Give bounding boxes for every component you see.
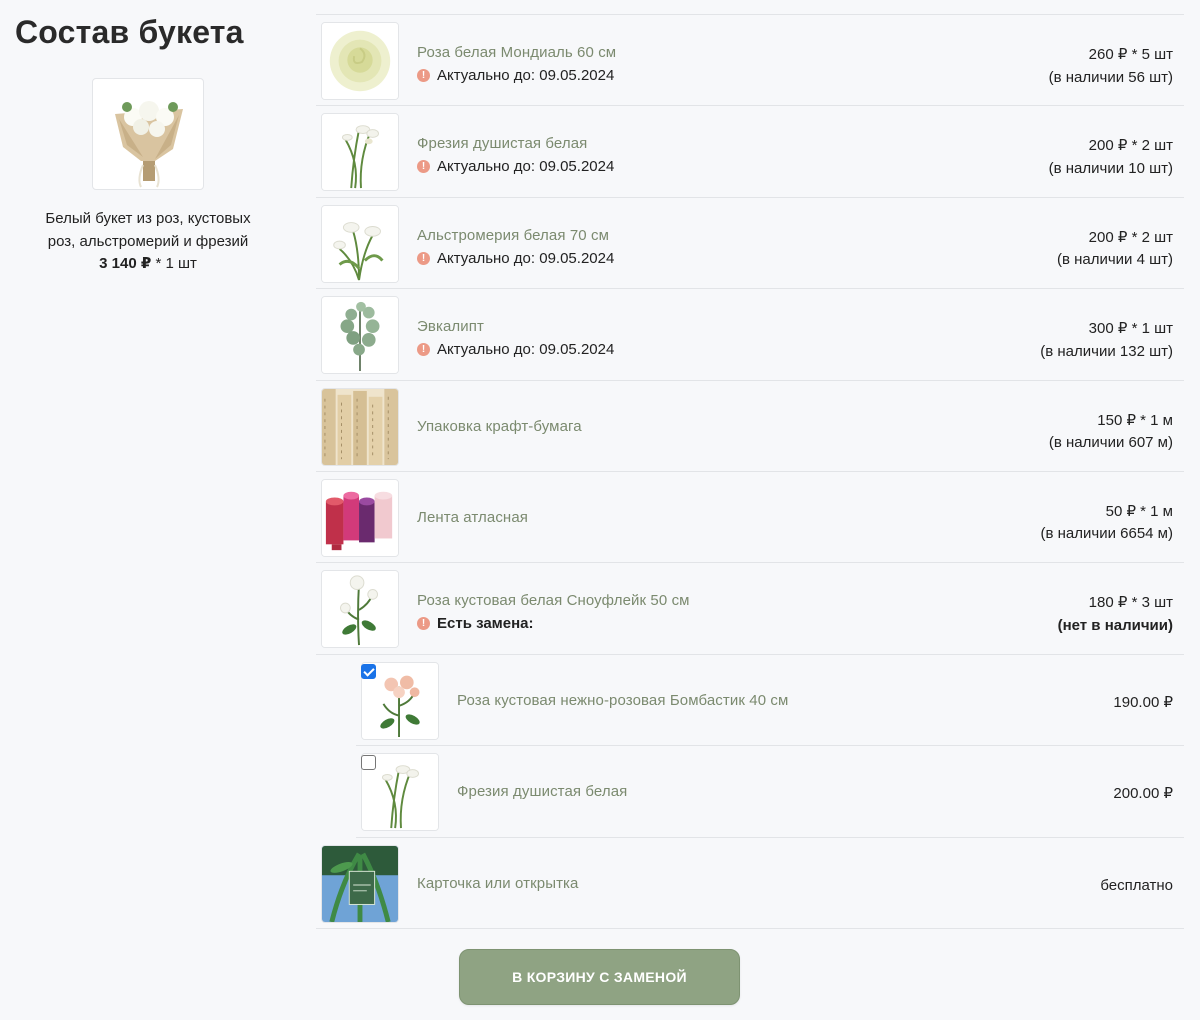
item-stock: (в наличии 132 шт) xyxy=(1040,342,1173,360)
item-name[interactable]: Упаковка крафт-бумага xyxy=(417,418,582,435)
item-stock: (в наличии 4 шт) xyxy=(1056,251,1173,269)
list-item: Роза кустовая белая Сноуфлейк 50 см ! Ест… xyxy=(316,563,1184,655)
item-price-value: 150 ₽ * 1 м xyxy=(1097,411,1173,429)
item-price: 260 ₽ * 5 шт (в наличии 56 шт) xyxy=(1049,44,1173,89)
list-item: Упаковка крафт-бумага 150 ₽ * 1 м (в нал… xyxy=(316,381,1184,472)
satin-ribbon-image[interactable] xyxy=(321,478,399,557)
add-to-cart-button[interactable]: В КОРЗИНУ С ЗАМЕНОЙ xyxy=(459,949,740,1005)
list-item: Альстромерия белая 70 см ! Актуально до: … xyxy=(316,198,1184,290)
bouquet-price: 3 140 ₽ xyxy=(99,255,152,272)
replacement-checkbox[interactable] xyxy=(361,755,376,771)
item-price-value: 300 ₽ * 1 шт xyxy=(1088,320,1173,338)
item-price: 150 ₽ * 1 м (в наличии 607 м) xyxy=(1049,410,1173,455)
item-price: бесплатно xyxy=(1100,876,1173,894)
replacement-item: Роза кустовая нежно-розовая Бомбастик 40… xyxy=(356,655,1184,747)
replacement-price: 200.00 ₽ xyxy=(1113,785,1173,803)
item-name[interactable]: Альстромерия белая 70 см xyxy=(417,227,609,244)
item-note: ! Актуально до: 09.05.2024 xyxy=(417,341,614,358)
warning-icon: ! xyxy=(417,343,430,357)
item-stock: (в наличии 607 м) xyxy=(1048,434,1173,452)
item-name[interactable]: Эвкалипт xyxy=(417,318,484,335)
item-name[interactable]: Карточка или открытка xyxy=(417,875,578,892)
item-price: 200 ₽ * 2 шт (в наличии 4 шт) xyxy=(1057,227,1173,272)
warning-icon: ! xyxy=(417,160,430,174)
alstroemeria-image[interactable] xyxy=(321,204,399,283)
list-item: Роза белая Мондиаль 60 см ! Актуально до:… xyxy=(316,15,1184,107)
bouquet-quantity: * 1 шт xyxy=(151,255,197,272)
item-name[interactable]: Роза белая Мондиаль 60 см xyxy=(417,44,616,61)
eucalyptus-image[interactable] xyxy=(321,296,399,375)
item-price: 200 ₽ * 2 шт (в наличии 10 шт) xyxy=(1049,135,1173,180)
item-name[interactable]: Фрезия душистая белая xyxy=(417,135,587,152)
item-name[interactable]: Лента атласная xyxy=(417,509,528,526)
composition-list: Роза белая Мондиаль 60 см ! Актуально до:… xyxy=(316,14,1184,929)
item-price: 50 ₽ * 1 м (в наличии 6654 м) xyxy=(1041,501,1173,546)
item-price-value: 200 ₽ * 2 шт xyxy=(1088,228,1173,246)
item-price: 300 ₽ * 1 шт (в наличии 132 шт) xyxy=(1040,318,1173,363)
item-price-value: 50 ₽ * 1 м xyxy=(1105,502,1173,520)
warning-icon: ! xyxy=(417,251,430,265)
warning-icon: ! xyxy=(417,69,430,82)
item-note: ! Актуально до: 09.05.2024 xyxy=(417,67,614,84)
item-price: 180 ₽ * 3 шт (нет в наличии) xyxy=(1058,592,1173,637)
freesia-image[interactable] xyxy=(321,113,399,192)
item-name[interactable]: Роза кустовая белая Сноуфлейк 50 см xyxy=(417,592,690,609)
item-price-value: 180 ₽ * 3 шт xyxy=(1088,594,1173,612)
list-item: Фрезия душистая белая ! Актуально до: 09.… xyxy=(316,106,1184,198)
spray-rose-image[interactable] xyxy=(321,570,399,649)
item-note: ! Актуально до: 09.05.2024 xyxy=(417,158,614,175)
white-rose-image[interactable] xyxy=(321,22,399,100)
replacement-item: Фрезия душистая белая 200.00 ₽ xyxy=(356,746,1184,838)
list-item: Эвкалипт ! Актуально до: 09.05.2024 300 ₽… xyxy=(316,289,1184,381)
card-image[interactable] xyxy=(321,844,399,923)
item-stock: (в наличии 56 шт) xyxy=(1048,68,1173,86)
kraft-paper-image[interactable] xyxy=(321,387,399,466)
bouquet-price-line: 3 140 ₽ * 1 шт xyxy=(30,253,266,276)
item-price-value: 260 ₽ * 5 шт xyxy=(1088,46,1173,63)
replacement-checkbox[interactable] xyxy=(361,663,376,679)
warning-icon: ! xyxy=(417,617,430,631)
item-note: ! Актуально до: 09.05.2024 xyxy=(417,250,614,267)
replacement-name[interactable]: Фрезия душистая белая xyxy=(457,783,627,800)
bouquet-info: Белый букет из роз, кустовых роз, альстр… xyxy=(30,208,266,276)
item-stock: (нет в наличии) xyxy=(1057,616,1173,634)
item-note: ! Есть замена: xyxy=(417,615,534,632)
replacement-price: 190.00 ₽ xyxy=(1113,693,1173,711)
item-stock: (в наличии 6654 м) xyxy=(1040,525,1173,543)
bouquet-description: Белый букет из роз, кустовых роз, альстр… xyxy=(45,210,251,250)
item-price-value: 200 ₽ * 2 шт xyxy=(1088,137,1173,155)
list-item: Карточка или открытка бесплатно xyxy=(316,838,1184,929)
item-stock: (в наличии 10 шт) xyxy=(1048,159,1173,177)
bouquet-image[interactable] xyxy=(92,78,204,190)
page-title: Состав букета xyxy=(15,14,244,50)
list-item: Лента атласная 50 ₽ * 1 м (в наличии 665… xyxy=(316,472,1184,564)
replacement-name[interactable]: Роза кустовая нежно-розовая Бомбастик 40… xyxy=(457,692,788,709)
